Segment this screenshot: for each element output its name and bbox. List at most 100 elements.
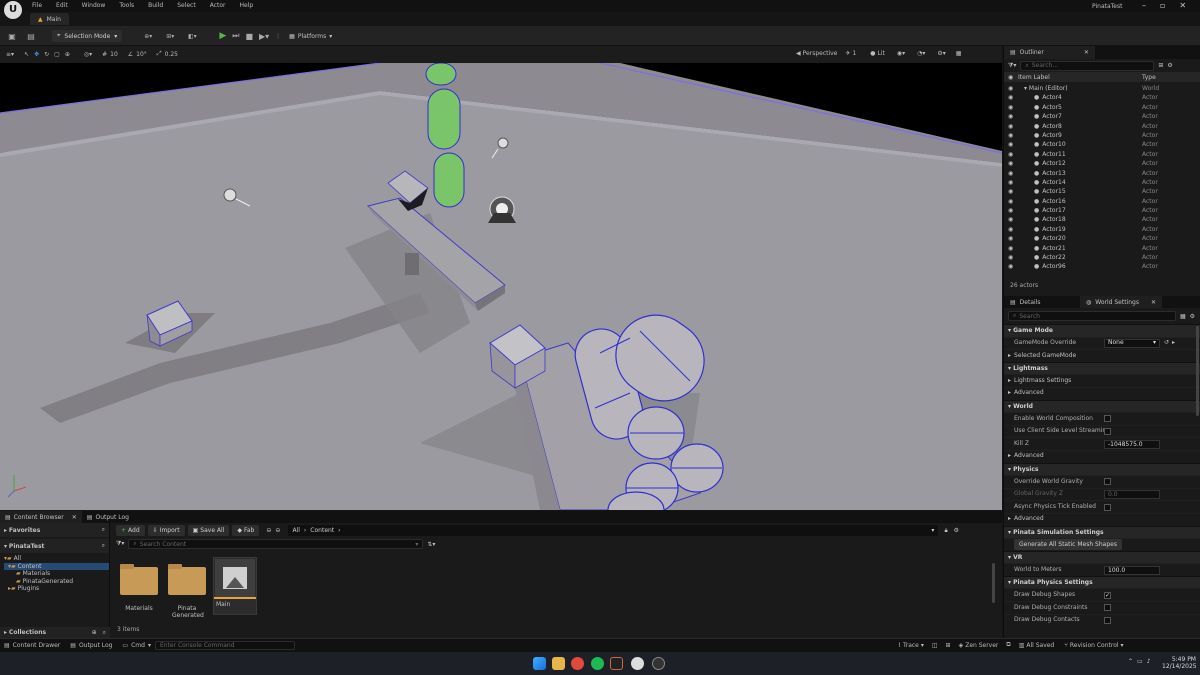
platforms-button[interactable]: ▦ Platforms ▾ — [289, 33, 332, 40]
visibility-icon[interactable]: ◉ — [1008, 178, 1018, 187]
details-scrollbar[interactable] — [1196, 326, 1199, 416]
project-header[interactable]: ▾ PinataTest ⌕ — [0, 539, 109, 553]
settings-icon[interactable]: ⚙▾ — [937, 50, 945, 57]
visibility-icon[interactable]: ◉ — [1008, 262, 1018, 271]
selection-mode-button[interactable]: ⌖ Selection Mode ▾ — [52, 30, 123, 42]
visibility-icon[interactable]: ◉ — [1008, 150, 1018, 159]
visibility-icon[interactable]: ◉ — [1008, 215, 1018, 224]
menu-select[interactable]: Select — [177, 2, 196, 9]
property-dropdown[interactable]: None ▾ — [1104, 338, 1160, 348]
tree-all[interactable]: ▾▰ All — [4, 555, 109, 563]
item-label-header[interactable]: Item Label — [1018, 74, 1142, 81]
property-checkbox[interactable] — [1104, 428, 1111, 436]
visibility-icon[interactable]: ◉ — [1008, 197, 1018, 206]
details-subcategory[interactable]: ▸ Advanced — [1004, 449, 1200, 463]
tree-pinata-generated[interactable]: ▰ PinataGenerated — [4, 578, 109, 586]
content-browser-tab[interactable]: ▤ Content Browser ✕ — [0, 511, 82, 523]
property-value-field[interactable]: 0.0 — [1104, 490, 1160, 500]
details-section-header[interactable]: ▾ Pinata Simulation Settings — [1004, 525, 1200, 539]
rotate-tool-icon[interactable]: ↻ — [44, 51, 49, 58]
output-log-tab[interactable]: ▤ Output Log — [82, 511, 134, 523]
output-log-button[interactable]: ▤ Output Log — [70, 642, 112, 649]
property-value-field[interactable]: -1048575.0 — [1104, 439, 1160, 449]
outliner-actor-row[interactable]: ◉ ● Actor13 Actor — [1008, 169, 1200, 178]
scale-snap-icon[interactable]: ⤢ — [157, 50, 162, 58]
browse-icon[interactable]: ▸ — [1172, 337, 1175, 350]
outliner-actor-row[interactable]: ◉ ● Actor21 Actor — [1008, 244, 1200, 253]
asset-folder-pinata-generated[interactable]: Pinata Generated — [165, 561, 209, 619]
camera-speed-icon[interactable]: ✈ — [845, 50, 850, 57]
visibility-icon[interactable]: ◉ — [1008, 169, 1018, 178]
details-tab[interactable]: ▤ Details — [1004, 296, 1080, 308]
step-icon[interactable]: ⏭ — [232, 31, 239, 41]
property-checkbox[interactable] — [1104, 616, 1111, 624]
property-checkbox[interactable]: ✓ — [1104, 591, 1111, 599]
outliner-actor-row[interactable]: ◉ ● Actor7 Actor — [1008, 112, 1200, 121]
save-icon[interactable]: ▣ — [6, 32, 18, 41]
asset-folder-materials[interactable]: Materials — [117, 561, 161, 619]
volume-icon[interactable]: ♪ — [1147, 658, 1151, 665]
translate-tool-icon[interactable]: ✥ — [34, 51, 39, 58]
viewport-menu-icon[interactable]: ≡▾ — [6, 51, 14, 58]
property-checkbox[interactable] — [1104, 478, 1111, 486]
grid-snap-value[interactable]: 10 — [110, 51, 118, 58]
generate-shapes-button[interactable]: Generate All Static Mesh Shapes — [1014, 539, 1122, 551]
zen-server-button[interactable]: ◈ Zen Server — [959, 642, 999, 649]
add-filter-icon[interactable]: ⊞ — [1158, 62, 1163, 69]
chrome-icon[interactable] — [571, 657, 584, 670]
unreal-editor-taskbar-icon[interactable] — [652, 657, 665, 670]
back-icon[interactable]: ⊖ — [266, 527, 271, 534]
level-viewport[interactable] — [0, 63, 1002, 510]
property-value-field[interactable]: 100.0 — [1104, 565, 1160, 575]
details-subcategory[interactable]: ▸ Advanced — [1004, 386, 1200, 400]
performance-icon[interactable]: ◔▾ — [917, 50, 925, 57]
unreal-taskbar-icon[interactable] — [631, 657, 644, 670]
camera-speed-value[interactable]: 1 — [852, 50, 856, 57]
property-checkbox[interactable] — [1104, 503, 1111, 511]
outliner-search-input[interactable]: ⌕ Search... — [1020, 60, 1155, 71]
add-button[interactable]: + Add — [116, 525, 145, 536]
tree-content[interactable]: ▾▰ Content — [4, 562, 109, 571]
details-section-header[interactable]: ▾ Physics — [1004, 462, 1200, 476]
scale-tool-icon[interactable]: ▢ — [54, 51, 60, 58]
derived-data-icon[interactable]: ⊞ — [946, 642, 951, 649]
forward-icon[interactable]: ⊖ — [275, 527, 280, 534]
close-icon[interactable]: ✕ — [1179, 1, 1186, 10]
cinematics-icon[interactable]: ◧▾ — [185, 33, 199, 40]
content-drawer-button[interactable]: ▤ Content Drawer — [4, 642, 60, 649]
type-header[interactable]: Type — [1142, 74, 1156, 81]
outliner-actor-row[interactable]: ◉ ● Actor17 Actor — [1008, 206, 1200, 215]
breadcrumb-all[interactable]: All — [292, 527, 299, 534]
visibility-icon[interactable]: ◉ — [1008, 253, 1018, 262]
property-checkbox[interactable] — [1104, 415, 1111, 423]
visibility-icon[interactable]: ◉ — [1008, 206, 1018, 215]
add-collection-icon[interactable]: ⊕ — [92, 629, 97, 636]
details-section-header[interactable]: ▾ VR — [1004, 550, 1200, 564]
visibility-header-icon[interactable]: ◉ — [1008, 74, 1018, 81]
tray-chevron-icon[interactable]: ⌃ — [1128, 658, 1133, 665]
reset-icon[interactable]: ↺ — [1164, 337, 1169, 350]
filter-icon[interactable]: ⧩▾ — [116, 540, 124, 548]
network-icon[interactable]: ▭ — [1137, 658, 1143, 665]
collections-header[interactable]: ▸ Collections ⊕ ⌕ — [0, 627, 110, 638]
table-view-icon[interactable]: ▦ — [1180, 313, 1186, 320]
chevron-down-icon[interactable]: ▾ — [931, 527, 934, 534]
content-icon[interactable]: ▤ — [24, 32, 38, 41]
console-input[interactable]: Enter Console Command — [154, 641, 295, 650]
fab-button[interactable]: ◆ Fab — [232, 525, 260, 536]
tree-plugins[interactable]: ▸▰ Plugins — [4, 585, 109, 593]
search-icon[interactable]: ⌕ — [102, 526, 105, 534]
layout-icon[interactable]: ▦ — [956, 50, 962, 57]
visibility-icon[interactable]: ◉ — [1008, 93, 1018, 102]
content-search-input[interactable]: ⌕ Search Content ▾ — [128, 539, 424, 549]
visibility-icon[interactable]: ◉ — [1008, 244, 1018, 253]
outliner-actor-row[interactable]: ◉ ● Actor14 Actor — [1008, 178, 1200, 187]
details-section-header[interactable]: ▾ World — [1004, 399, 1200, 413]
visibility-icon[interactable]: ◉ — [1008, 140, 1018, 149]
visibility-icon[interactable]: ◉ — [1008, 225, 1018, 234]
search-icon[interactable]: ⌕ — [102, 542, 105, 550]
outliner-actor-row[interactable]: ◉ ● Actor10 Actor — [1008, 140, 1200, 149]
visibility-icon[interactable]: ◉ — [1008, 103, 1018, 112]
save-all-button[interactable]: ▣ Save All — [187, 525, 230, 536]
import-button[interactable]: ⇩ Import — [147, 525, 185, 536]
